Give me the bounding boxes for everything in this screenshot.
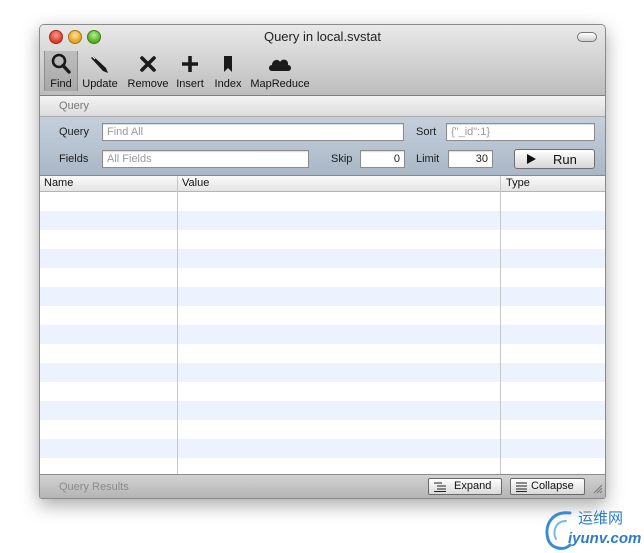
query-input[interactable] bbox=[102, 123, 404, 141]
table-header: Name Value Type bbox=[40, 176, 605, 192]
play-icon bbox=[527, 154, 536, 164]
column-header-name[interactable]: Name bbox=[44, 177, 73, 189]
insert-label: Insert bbox=[176, 78, 204, 90]
update-label: Update bbox=[82, 78, 118, 90]
collapse-icon bbox=[516, 482, 528, 495]
find-label: Find bbox=[50, 78, 72, 90]
limit-label: Limit bbox=[416, 153, 440, 165]
column-header-value[interactable]: Value bbox=[182, 177, 209, 189]
query-form: Query Sort Fields Skip Limit Run bbox=[40, 117, 605, 176]
expand-icon bbox=[434, 482, 448, 495]
title-bar: Query in local.svstat Find Update Remove bbox=[40, 25, 605, 96]
table-rows bbox=[40, 192, 605, 474]
index-label: Index bbox=[214, 78, 242, 90]
bookmark-icon bbox=[212, 53, 244, 77]
remove-button[interactable]: Remove bbox=[126, 51, 170, 91]
limit-input[interactable] bbox=[448, 150, 493, 168]
sort-label: Sort bbox=[416, 126, 437, 138]
plus-icon bbox=[174, 53, 206, 77]
resize-grip-icon[interactable] bbox=[592, 483, 603, 497]
fields-label: Fields bbox=[59, 153, 89, 165]
expand-button[interactable]: Expand bbox=[428, 478, 502, 495]
watermark: 运维网 iyunv.com bbox=[540, 505, 644, 553]
run-button[interactable]: Run bbox=[514, 149, 595, 169]
update-button[interactable]: Update bbox=[80, 51, 120, 91]
column-divider[interactable] bbox=[177, 176, 178, 474]
window-title: Query in local.svstat bbox=[263, 29, 382, 44]
remove-label: Remove bbox=[127, 78, 169, 90]
index-button[interactable]: Index bbox=[212, 51, 244, 91]
cloud-icon bbox=[250, 53, 310, 77]
pen-icon bbox=[80, 53, 120, 77]
query-section-label: Query bbox=[59, 100, 89, 112]
skip-label: Skip bbox=[331, 153, 353, 165]
find-button[interactable]: Find bbox=[44, 51, 78, 91]
magnifier-icon bbox=[45, 53, 77, 77]
column-divider[interactable] bbox=[500, 176, 501, 474]
insert-button[interactable]: Insert bbox=[174, 51, 206, 91]
mapreduce-label: MapReduce bbox=[250, 78, 310, 90]
status-bar: Query Results Expand Collapse bbox=[40, 474, 605, 498]
status-text: Query Results bbox=[59, 481, 129, 493]
collapse-button[interactable]: Collapse bbox=[510, 478, 585, 495]
results-table[interactable]: Name Value Type bbox=[40, 176, 605, 474]
x-icon bbox=[126, 53, 170, 77]
expand-label: Expand bbox=[454, 480, 492, 492]
query-label: Query bbox=[59, 126, 89, 138]
watermark-en-text: iyunv.com bbox=[568, 530, 642, 547]
collapse-label: Collapse bbox=[531, 480, 574, 492]
skip-input[interactable] bbox=[360, 150, 405, 168]
fields-input[interactable] bbox=[102, 150, 309, 168]
sort-input[interactable] bbox=[446, 123, 595, 141]
watermark-cn-text: 运维网 bbox=[578, 509, 624, 527]
mapreduce-button[interactable]: MapReduce bbox=[250, 51, 310, 91]
query-section-header: Query bbox=[40, 96, 605, 117]
run-label: Run bbox=[553, 152, 577, 167]
column-header-type[interactable]: Type bbox=[506, 177, 530, 189]
toolbar-toggle-button[interactable] bbox=[577, 32, 597, 42]
query-window: Query in local.svstat Find Update Remove bbox=[39, 24, 606, 499]
